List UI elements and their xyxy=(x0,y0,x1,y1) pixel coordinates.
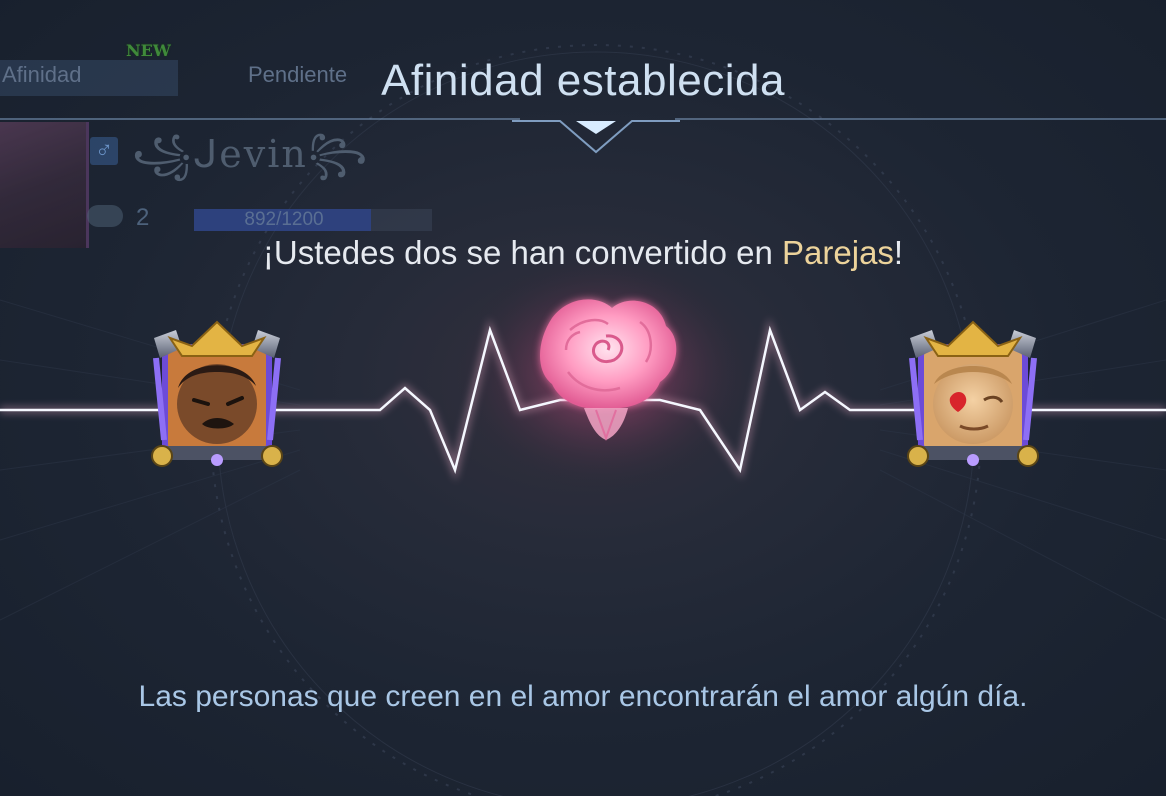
dialog-title: Afinidad establecida xyxy=(381,56,785,105)
male-icon: ♂ xyxy=(90,137,118,165)
player-avatar-right[interactable] xyxy=(898,318,1048,474)
affinity-screen: Afinidad NEW Pendiente ♂ ꧁ᒍevin꧂ 2 892/1… xyxy=(0,0,1166,796)
love-quote: Las personas que creen en el amor encont… xyxy=(138,680,1028,713)
affinity-progress-text: 892/1200 xyxy=(244,209,324,230)
chat-icon xyxy=(87,205,123,227)
headline: ¡Ustedes dos se han convertido en Pareja… xyxy=(0,234,1166,272)
relationship-highlight: Parejas xyxy=(782,234,894,271)
affinity-count: 2 xyxy=(136,204,150,231)
partner-username: ꧁ᒍevin꧂ xyxy=(132,132,370,176)
player-avatar-left[interactable] xyxy=(142,318,292,474)
headline-suffix: ! xyxy=(893,234,904,271)
affinity-progress-bar: 892/1200 xyxy=(194,209,432,231)
partner-avatar-background xyxy=(0,122,89,248)
headline-prefix: ¡Ustedes dos se han convertido en xyxy=(262,234,783,271)
